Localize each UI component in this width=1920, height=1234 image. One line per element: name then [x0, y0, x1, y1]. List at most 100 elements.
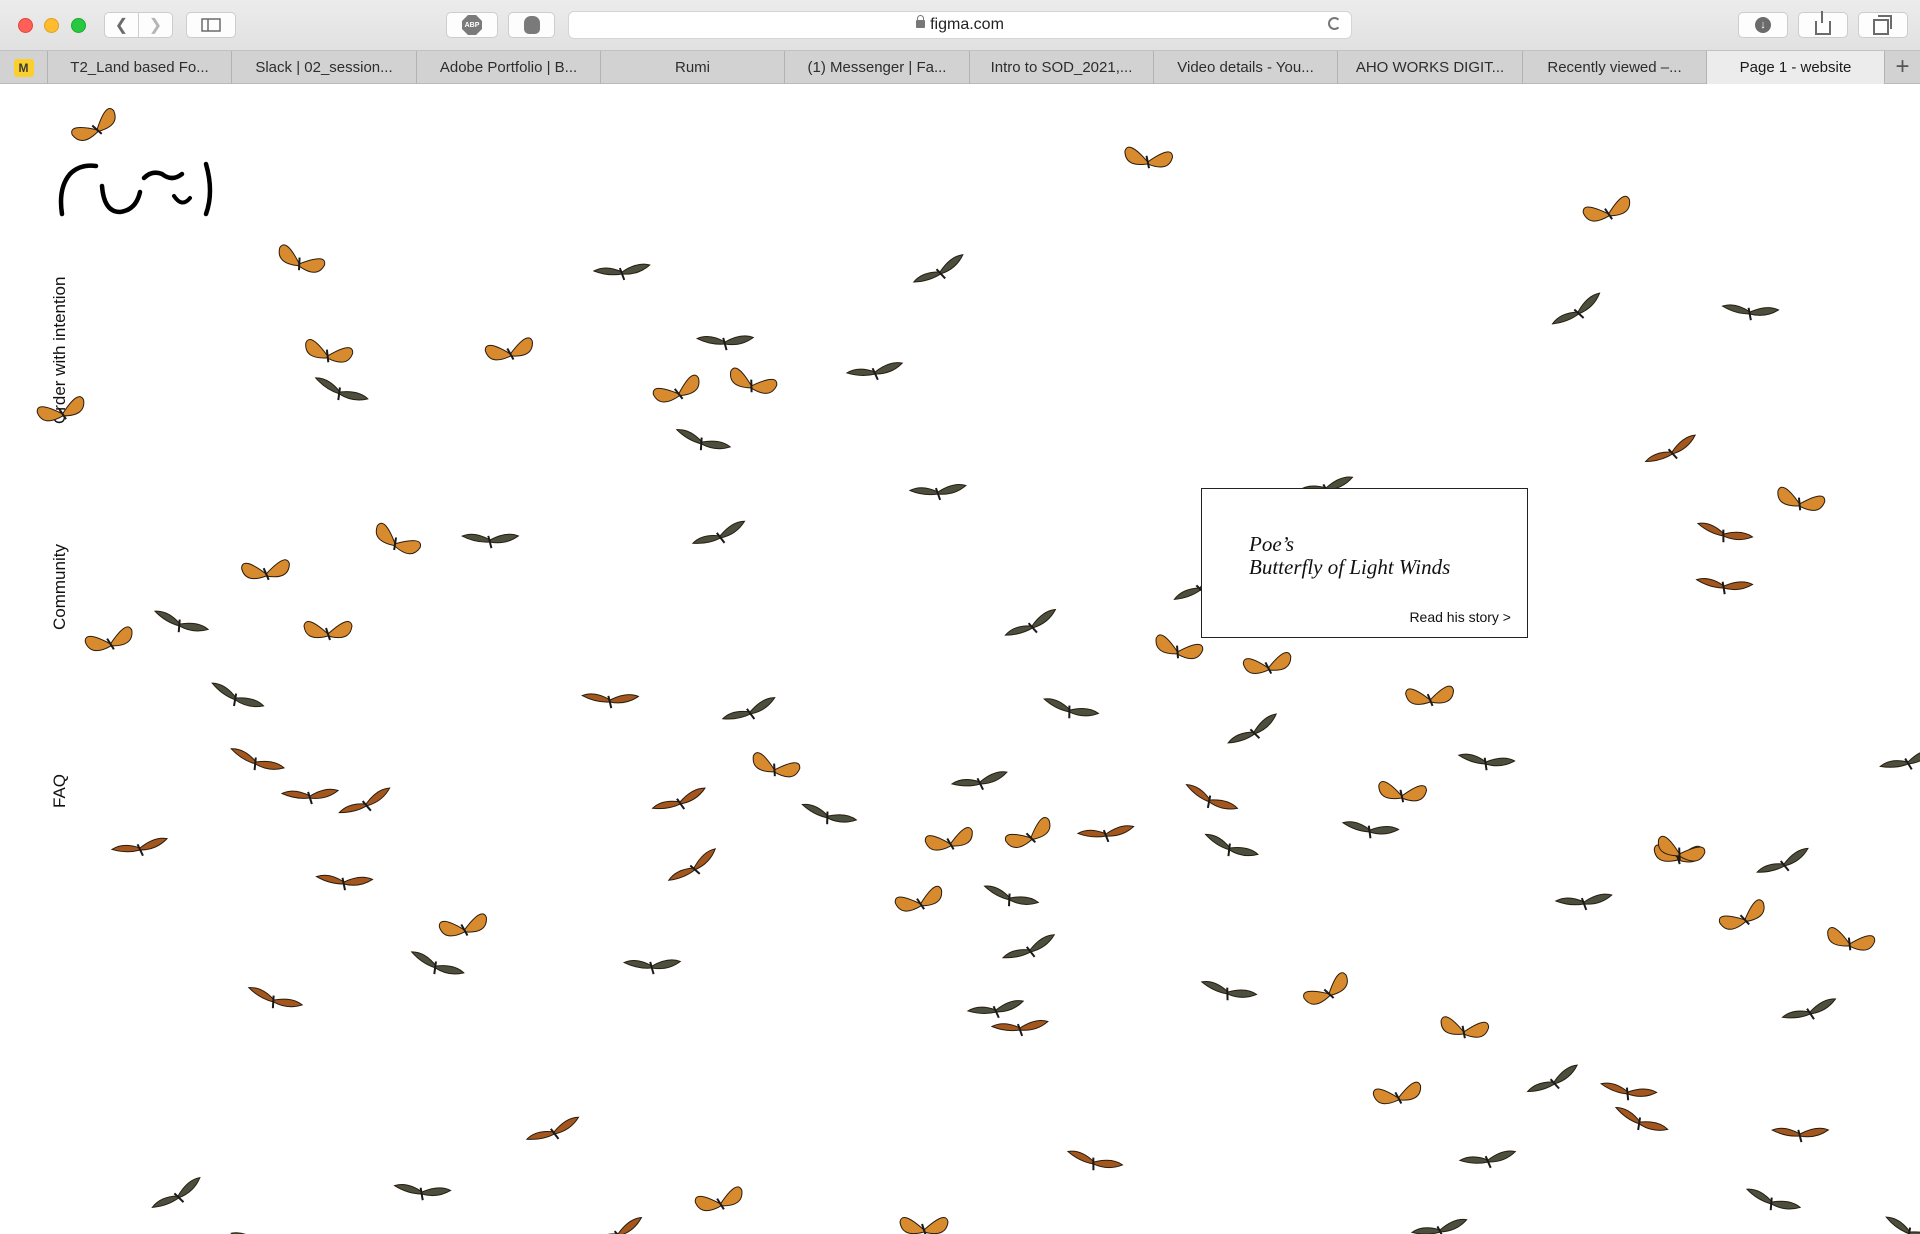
story-title-line2: Butterfly of Light Winds	[1249, 555, 1451, 579]
show-all-tabs-button[interactable]	[1858, 12, 1908, 38]
butterfly-image	[908, 483, 967, 501]
butterfly-image	[983, 885, 1040, 907]
story-title: Poe’s Butterfly of Light Winds	[1249, 533, 1519, 579]
butterfly-image	[1066, 1150, 1124, 1171]
butterfly-image	[278, 244, 326, 273]
butterfly-image	[1200, 981, 1258, 1001]
butterfly-image	[1410, 1218, 1468, 1234]
minimize-window-button[interactable]	[44, 18, 59, 33]
butterfly-image	[151, 1176, 201, 1208]
nav-community[interactable]: Community	[50, 544, 70, 630]
sidebar-icon	[201, 18, 221, 32]
butterfly-image	[241, 559, 290, 581]
butterfly-image	[1004, 608, 1057, 636]
butterfly-image	[1076, 825, 1135, 843]
butterfly-image	[651, 787, 706, 810]
butterfly-image	[966, 1000, 1025, 1019]
butterfly-image	[1372, 1081, 1422, 1105]
butterfly-image	[1781, 998, 1837, 1020]
close-window-button[interactable]	[18, 18, 33, 33]
story-card[interactable]: Poe’s Butterfly of Light Winds Read his …	[1201, 488, 1528, 638]
butterfly-image	[581, 693, 640, 709]
tab-page1-website[interactable]: Page 1 - website	[1707, 51, 1885, 84]
butterfly-image	[801, 803, 858, 825]
butterfly-image	[1185, 784, 1239, 810]
butterfly-image	[1405, 685, 1455, 707]
butterfly-image	[1695, 578, 1754, 595]
butterfly-image	[1696, 522, 1754, 543]
butterfly-image	[438, 913, 487, 937]
butterfly-image	[1242, 652, 1292, 675]
butterfly-image	[1554, 893, 1613, 911]
butterfly-image	[1227, 713, 1278, 744]
butterfly-image	[675, 429, 732, 451]
tabs-overview-icon	[1873, 15, 1892, 35]
read-story-link[interactable]: Read his story >	[1409, 609, 1511, 625]
fullscreen-window-button[interactable]	[71, 18, 86, 33]
rumi-logo[interactable]	[56, 152, 226, 222]
sidebar-toggle-button[interactable]	[186, 12, 236, 38]
address-bar[interactable]: figma.com	[568, 11, 1352, 39]
tab-slack[interactable]: Slack | 02_session...	[232, 51, 417, 84]
butterfly-image	[1745, 1188, 1802, 1211]
butterfly-image	[247, 987, 304, 1009]
butterfly-image	[1653, 844, 1703, 865]
tab-video-details[interactable]: Video details - You...	[1154, 51, 1338, 84]
butterfly-image	[845, 362, 904, 381]
nav-faq[interactable]: FAQ	[50, 774, 70, 808]
download-icon: ↓	[1755, 17, 1771, 33]
back-button[interactable]: ❮	[104, 12, 139, 38]
butterfly-image	[894, 885, 943, 912]
butterfly-image	[1204, 833, 1259, 857]
butterfly-image	[1777, 486, 1826, 511]
butterfly-image	[1043, 698, 1100, 719]
reload-icon[interactable]	[1328, 17, 1341, 30]
tab-messenger[interactable]: (1) Messenger | Fa...	[785, 51, 970, 84]
butterfly-image	[230, 748, 286, 771]
butterfly-image	[410, 951, 465, 975]
butterfly-image	[393, 1184, 452, 1201]
butterfly-field	[0, 84, 1920, 1234]
miro-icon: M	[13, 58, 34, 77]
chevron-right-icon: ❯	[148, 17, 163, 34]
lock-icon	[916, 15, 926, 28]
forward-button[interactable]: ❯	[138, 12, 173, 38]
pinned-tab-miro[interactable]: M	[0, 51, 48, 84]
butterfly-image	[1004, 816, 1051, 848]
tab-intro-sod[interactable]: Intro to SOD_2021,...	[970, 51, 1154, 84]
butterfly-image	[71, 107, 116, 141]
nav-order-with-intention[interactable]: Order with intention	[50, 277, 70, 424]
tab-aho-works[interactable]: AHO WORKS DIGIT...	[1338, 51, 1523, 84]
butterfly-image	[1721, 304, 1780, 321]
downloads-button[interactable]: ↓	[1738, 12, 1788, 38]
navigation-buttons: ❮ ❯	[104, 12, 174, 38]
butterfly-image	[899, 1217, 949, 1234]
butterfly-image	[315, 874, 374, 891]
butterfly-image	[1457, 753, 1516, 771]
tab-rumi[interactable]: Rumi	[601, 51, 785, 84]
butterfly-image	[950, 771, 1008, 791]
share-button[interactable]	[1798, 11, 1848, 38]
butterfly-image	[303, 621, 353, 641]
tab-t2-land[interactable]: T2_Land based Fo...	[48, 51, 232, 84]
butterfly-image	[211, 682, 265, 708]
butterfly-image	[153, 610, 210, 633]
butterfly-image	[1001, 934, 1056, 959]
butterfly-image	[1458, 1150, 1517, 1169]
butterfly-image	[230, 1232, 259, 1234]
butterfly-image	[667, 848, 717, 881]
new-tab-button[interactable]: +	[1885, 51, 1920, 84]
privacy-extension-button[interactable]	[508, 12, 555, 38]
tab-recently-viewed[interactable]: Recently viewed –...	[1523, 51, 1707, 84]
butterfly-image	[314, 377, 369, 401]
butterfly-image	[305, 339, 354, 363]
story-title-line1: Poe’s	[1249, 532, 1295, 556]
adblock-extension-button[interactable]: ABP	[446, 12, 498, 38]
tab-adobe-portfolio[interactable]: Adobe Portfolio | B...	[417, 51, 601, 84]
butterfly-image	[1440, 1016, 1490, 1039]
butterfly-image	[338, 787, 391, 814]
butterfly-image	[1879, 749, 1920, 770]
butterfly-image	[721, 697, 776, 720]
butterfly-image	[924, 827, 973, 851]
butterfly-image	[1303, 972, 1348, 1005]
